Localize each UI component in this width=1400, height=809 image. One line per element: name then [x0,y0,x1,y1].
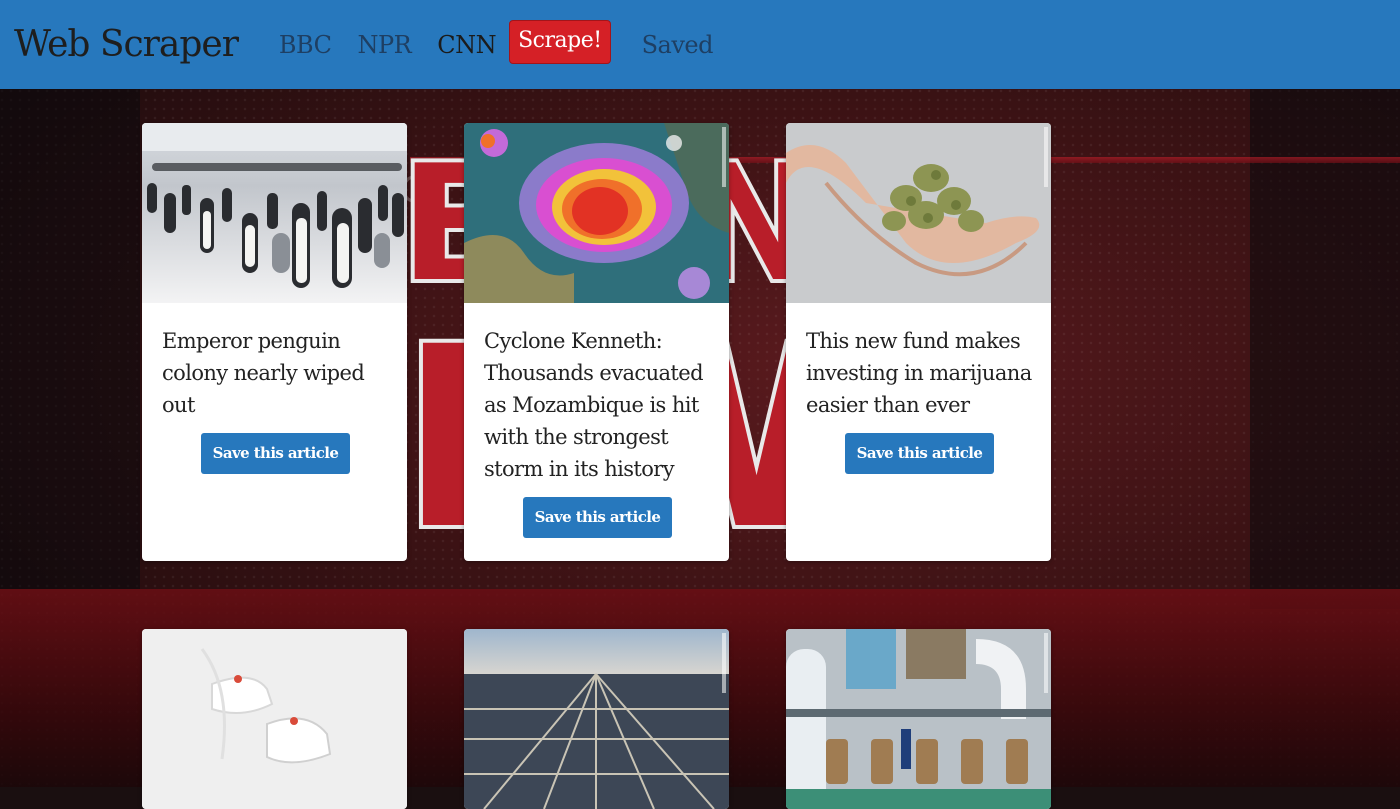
navbar: Web Scraper BBC NPR CNN Scrape! Saved [0,0,1400,89]
nav-links: BBC NPR CNN Scrape! Saved [266,0,726,89]
card-body: Cyclone Kenneth: Thousands evacuated as … [464,303,729,558]
nav-link-saved[interactable]: Saved [642,31,714,59]
scrape-button[interactable]: Scrape! [509,19,611,64]
article-card [142,629,407,809]
sneakers-image [142,629,407,809]
article-title[interactable]: Emperor penguin colony nearly wiped out [162,325,389,421]
save-article-button[interactable]: Save this article [522,497,673,538]
penguins-image [142,123,407,303]
nav-link-bbc[interactable]: BBC [279,31,332,59]
brand-title[interactable]: Web Scraper [14,24,239,65]
nav-link-cnn[interactable]: CNN [437,31,496,59]
save-article-button[interactable]: Save this article [200,433,351,474]
solar-field-image [464,629,729,809]
article-title[interactable]: Cyclone Kenneth: Thousands evacuated as … [484,325,711,485]
article-card: Emperor penguin colony nearly wiped out … [142,123,407,561]
article-grid: Emperor penguin colony nearly wiped out … [0,0,1400,809]
industrial-pipes-image [786,629,1051,809]
cyclone-radar-image [464,123,729,303]
save-article-button[interactable]: Save this article [844,433,995,474]
article-card: This new fund makes investing in marijua… [786,123,1051,561]
nav-link-npr[interactable]: NPR [358,31,412,59]
article-title[interactable]: This new fund makes investing in marijua… [806,325,1033,421]
card-body: Emperor penguin colony nearly wiped out … [142,303,407,494]
card-body: This new fund makes investing in marijua… [786,303,1051,494]
hand-cannabis-image [786,123,1051,303]
article-card: Cyclone Kenneth: Thousands evacuated as … [464,123,729,561]
article-card [464,629,729,809]
article-card [786,629,1051,809]
